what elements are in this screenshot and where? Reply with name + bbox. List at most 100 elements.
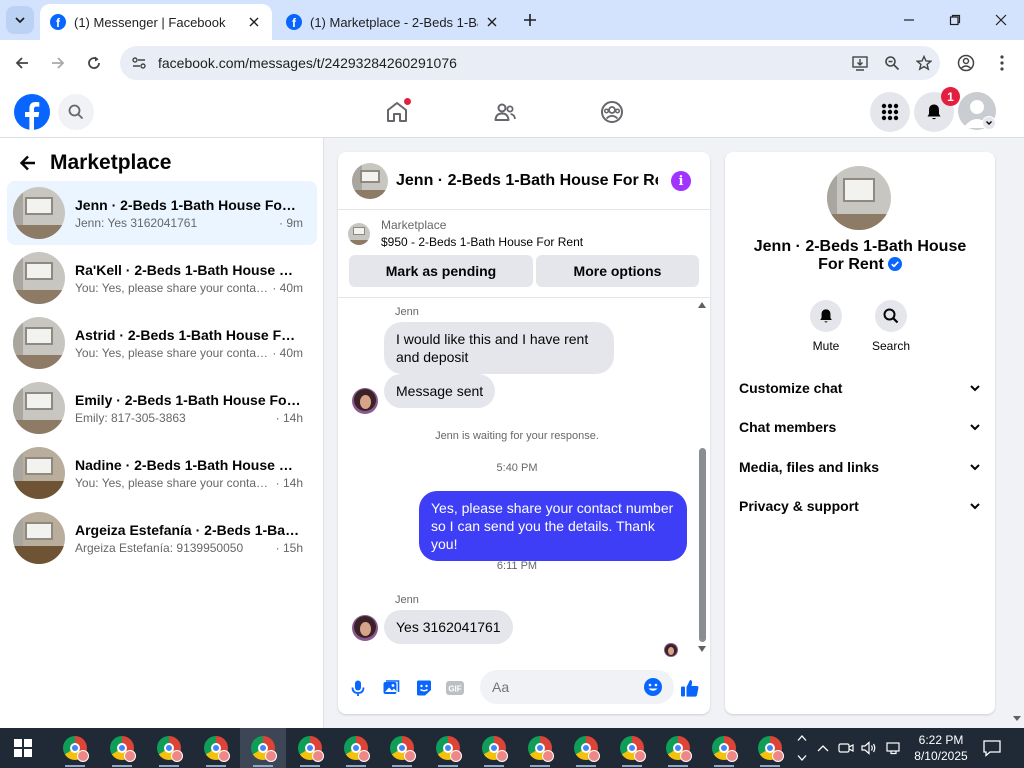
- message-list[interactable]: Jenn I would like this and I have rent a…: [338, 298, 710, 662]
- tab-messenger[interactable]: f (1) Messenger | Facebook: [40, 4, 272, 40]
- emoji-icon[interactable]: [643, 677, 663, 697]
- new-tab-button[interactable]: [518, 8, 542, 32]
- taskbar-chrome-app-active[interactable]: [240, 728, 286, 768]
- media-files-links-section[interactable]: Media, files and links: [739, 455, 981, 479]
- taskbar-chrome-app[interactable]: [287, 728, 333, 768]
- tab-marketplace[interactable]: f (1) Marketplace - 2-Beds 1-Bath: [276, 4, 510, 40]
- taskbar-overflow-scroll[interactable]: [796, 728, 808, 768]
- mark-as-pending-button[interactable]: Mark as pending: [349, 255, 533, 287]
- incoming-message[interactable]: Message sent: [384, 374, 496, 408]
- url-text[interactable]: facebook.com/messages/t/2429328426029107…: [158, 55, 844, 71]
- close-window-button[interactable]: [978, 0, 1024, 40]
- menu-grid-button[interactable]: [870, 92, 910, 132]
- network-icon[interactable]: [886, 740, 902, 756]
- bookmark-star-icon[interactable]: [908, 46, 940, 80]
- scroll-up-icon[interactable]: [698, 302, 706, 308]
- facebook-search-button[interactable]: [58, 94, 94, 130]
- chat-title[interactable]: Jenn · 2-Beds 1-Bath House For Ren...: [396, 172, 658, 190]
- tab-search-button[interactable]: [6, 6, 34, 34]
- taskbar-chrome-app[interactable]: [99, 728, 145, 768]
- zoom-icon[interactable]: [876, 46, 908, 80]
- taskbar-chrome-app[interactable]: [146, 728, 192, 768]
- reload-button[interactable]: [81, 50, 107, 76]
- mute-button[interactable]: [810, 300, 842, 332]
- minimize-button[interactable]: [886, 0, 932, 40]
- search-in-conversation-button[interactable]: [875, 300, 907, 332]
- install-app-icon[interactable]: [844, 46, 876, 80]
- site-info-icon[interactable]: [122, 46, 156, 80]
- home-nav-button[interactable]: [379, 94, 415, 130]
- system-clock[interactable]: 6:22 PM 8/10/2025: [908, 732, 974, 764]
- conversation-time: · 14h: [275, 475, 303, 490]
- meet-now-icon[interactable]: [838, 740, 854, 756]
- marketplace-label: Marketplace: [381, 218, 447, 232]
- scroll-down-icon[interactable]: [698, 646, 706, 652]
- taskbar-chrome-app[interactable]: [471, 728, 517, 768]
- gif-icon[interactable]: GIF: [444, 677, 466, 699]
- taskbar-chrome-app[interactable]: [747, 728, 793, 768]
- back-button[interactable]: [9, 50, 35, 76]
- conversation-item-nadine[interactable]: Nadine · 2-Beds 1-Bath House For Rent Yo…: [7, 441, 317, 505]
- incoming-message[interactable]: I would like this and I have rent and de…: [384, 322, 614, 374]
- forward-button[interactable]: [45, 50, 71, 76]
- conversation-item-emily[interactable]: Emily · 2-Beds 1-Bath House For Rent Emi…: [7, 376, 317, 440]
- listing-summary[interactable]: Marketplace $950 - 2-Beds 1-Bath House F…: [348, 218, 583, 249]
- conversation-item-astrid[interactable]: Astrid · 2-Beds 1-Bath House For Rent Yo…: [7, 311, 317, 375]
- taskbar-chrome-app[interactable]: [609, 728, 655, 768]
- jenn-avatar[interactable]: [352, 388, 378, 414]
- outgoing-message[interactable]: Yes, please share your contact number so…: [419, 491, 687, 561]
- taskbar-chrome-app[interactable]: [193, 728, 239, 768]
- close-tab-icon[interactable]: [246, 14, 262, 30]
- windows-start-icon[interactable]: [14, 739, 32, 757]
- browser-menu-button[interactable]: [989, 50, 1015, 76]
- groups-nav-button[interactable]: [594, 94, 630, 130]
- sender-name: Jenn: [395, 594, 419, 606]
- search-action[interactable]: Search: [861, 300, 921, 353]
- taskbar-chrome-app[interactable]: [701, 728, 747, 768]
- action-center-icon[interactable]: [982, 738, 1002, 758]
- taskbar-chrome-app[interactable]: [517, 728, 563, 768]
- tray-chevron-up-icon[interactable]: [815, 740, 831, 756]
- notifications-button[interactable]: 1: [914, 87, 960, 132]
- privacy-support-section[interactable]: Privacy & support: [739, 494, 981, 518]
- conversation-time: · 40m: [272, 345, 303, 360]
- taskbar-chrome-app[interactable]: [379, 728, 425, 768]
- taskbar-chrome-app[interactable]: [333, 728, 379, 768]
- friends-nav-button[interactable]: [487, 94, 523, 130]
- close-tab-icon[interactable]: [484, 14, 500, 30]
- conversation-item-jenn[interactable]: Jenn · 2-Beds 1-Bath House For Rent Jenn…: [7, 181, 317, 245]
- account-menu-chevron[interactable]: [982, 116, 996, 130]
- omnibox[interactable]: facebook.com/messages/t/2429328426029107…: [120, 46, 940, 80]
- like-thumb-icon[interactable]: [679, 677, 701, 699]
- mute-action[interactable]: Mute: [796, 300, 856, 353]
- taskbar-chrome-app[interactable]: [425, 728, 471, 768]
- taskbar-chrome-app[interactable]: [655, 728, 701, 768]
- grid-menu-icon: [881, 103, 899, 121]
- listing-profile-photo[interactable]: [827, 166, 891, 230]
- incoming-message[interactable]: Yes 3162041761: [384, 610, 513, 644]
- photo-icon[interactable]: [380, 677, 402, 699]
- more-options-button[interactable]: More options: [536, 255, 699, 287]
- restore-button[interactable]: [932, 0, 978, 40]
- facebook-logo-icon[interactable]: [14, 94, 50, 130]
- more-vertical-icon: [1000, 55, 1004, 71]
- customize-chat-section[interactable]: Customize chat: [739, 376, 981, 400]
- conversation-info-icon[interactable]: i: [671, 171, 691, 191]
- conversation-item-rakell[interactable]: Ra'Kell · 2-Beds 1-Bath House For Rent Y…: [7, 246, 317, 310]
- microphone-icon[interactable]: [347, 677, 369, 699]
- chat-members-section[interactable]: Chat members: [739, 415, 981, 439]
- taskbar-chrome-app[interactable]: [563, 728, 609, 768]
- volume-icon[interactable]: [861, 740, 877, 756]
- page-scroll-down-icon[interactable]: [1010, 710, 1024, 728]
- profile-button[interactable]: [953, 50, 979, 76]
- sticker-icon[interactable]: [413, 677, 435, 699]
- chat-listing-thumbnail[interactable]: [352, 162, 388, 199]
- listing-thumbnail: [13, 512, 65, 564]
- conversation-time: · 15h: [275, 540, 303, 555]
- conversation-item-argeiza[interactable]: Argeiza Estefanía · 2-Beds 1-Bath House …: [7, 506, 317, 570]
- scrollbar-thumb[interactable]: [699, 448, 706, 642]
- message-scrollbar[interactable]: [696, 298, 708, 662]
- back-to-chats-button[interactable]: [14, 149, 42, 177]
- taskbar-chrome-app[interactable]: [52, 728, 98, 768]
- jenn-avatar[interactable]: [352, 615, 378, 641]
